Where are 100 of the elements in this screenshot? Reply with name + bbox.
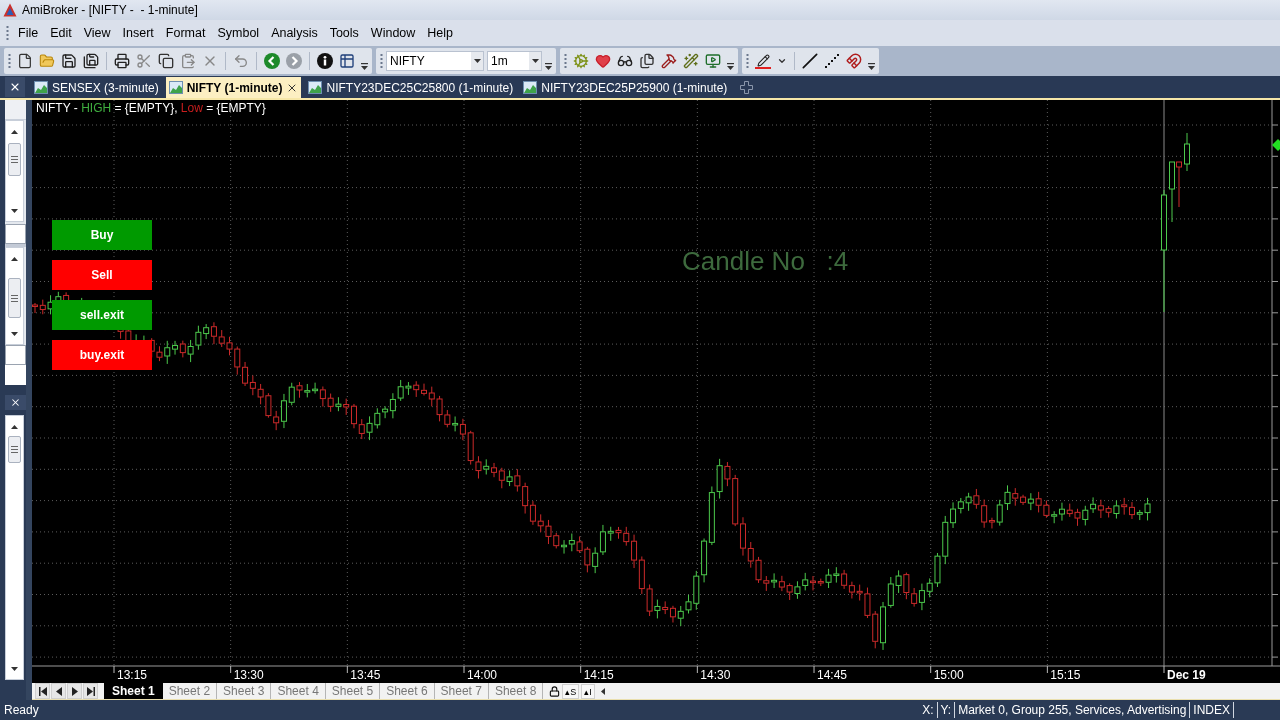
- close-icon: [9, 81, 21, 93]
- scissors-icon[interactable]: [136, 53, 152, 69]
- sheet-tab[interactable]: Sheet 1: [104, 683, 163, 699]
- menu-item[interactable]: View: [77, 22, 117, 44]
- glasses-icon[interactable]: [617, 53, 633, 69]
- pen-color-icon[interactable]: [755, 53, 771, 69]
- previous-sheet-icon[interactable]: [54, 686, 63, 696]
- copy-icon[interactable]: [158, 53, 174, 69]
- info-icon[interactable]: [317, 53, 333, 69]
- line-tool-icon[interactable]: [802, 53, 818, 69]
- time-axis-label: 14:15: [583, 668, 614, 682]
- trade-button[interactable]: Sell: [52, 260, 152, 290]
- time-axis-label: 14:30: [700, 668, 731, 682]
- cog-icon[interactable]: [573, 53, 589, 69]
- status-pane: Y:: [937, 702, 956, 718]
- up-arrow-icon[interactable]: [11, 257, 18, 261]
- chart-tab[interactable]: NIFTY23DEC25C25800 (1-minute): [305, 77, 517, 98]
- wand-icon[interactable]: [683, 53, 699, 69]
- grip-handle-icon[interactable]: [8, 53, 11, 69]
- printer-icon[interactable]: [114, 53, 130, 69]
- sheet-tab[interactable]: Sheet 2: [162, 683, 218, 699]
- time-axis-label: 13:45: [350, 668, 381, 682]
- scale-button[interactable]: ▴S: [562, 683, 580, 699]
- dotted-line-icon[interactable]: [824, 53, 840, 69]
- chart-play-icon[interactable]: [705, 53, 721, 69]
- scroll-thumb[interactable]: [8, 143, 21, 176]
- vertical-scrollbar[interactable]: [5, 415, 24, 680]
- up-arrow-icon[interactable]: [11, 130, 18, 134]
- menu-item[interactable]: File: [12, 22, 45, 44]
- menu-item[interactable]: Window: [364, 22, 422, 44]
- new-tab-icon[interactable]: [740, 80, 754, 94]
- time-axis-label: 14:00: [467, 668, 498, 682]
- chart-thumbnail-icon: [34, 81, 48, 94]
- time-axis-label: 13:15: [117, 668, 148, 682]
- hammer-icon[interactable]: [661, 53, 677, 69]
- close-button[interactable]: [5, 395, 26, 410]
- down-arrow-icon[interactable]: [11, 209, 18, 213]
- sheet-tab[interactable]: Sheet 8: [488, 683, 544, 699]
- time-axis-label: 15:00: [933, 668, 964, 682]
- trade-button[interactable]: sell.exit: [52, 300, 152, 330]
- grip-handle-icon[interactable]: [6, 25, 9, 41]
- grip-handle-icon[interactable]: [564, 53, 567, 69]
- chart-tab[interactable]: NIFTY23DEC25P25900 (1-minute): [520, 77, 731, 98]
- save-icon[interactable]: [61, 53, 77, 69]
- scroll-left-icon[interactable]: [600, 687, 605, 695]
- grip-handle-icon[interactable]: [380, 53, 383, 69]
- scroll-corner: [5, 224, 26, 244]
- time-axis-label: Dec 19: [1167, 668, 1206, 682]
- menu-item[interactable]: Symbol: [211, 22, 266, 44]
- scroll-thumb[interactable]: [8, 278, 21, 318]
- next-sheet-icon[interactable]: [70, 686, 79, 696]
- sheet-tab[interactable]: Sheet 3: [217, 683, 272, 699]
- trade-button[interactable]: buy.exit: [52, 340, 152, 370]
- scroll-corner: [5, 345, 26, 365]
- pages-icon[interactable]: [639, 53, 655, 69]
- overflow-icon[interactable]: [361, 61, 368, 71]
- vertical-scrollbar[interactable]: [5, 120, 24, 222]
- menu-item[interactable]: Tools: [323, 22, 365, 44]
- symbol-combobox[interactable]: NIFTY: [386, 51, 484, 71]
- candle-counter: Candle No :4: [682, 246, 849, 276]
- sheet-tab[interactable]: Sheet 5: [325, 683, 381, 699]
- menu-item[interactable]: Analysis: [265, 22, 324, 44]
- menu-item[interactable]: Help: [421, 22, 460, 44]
- last-sheet-icon[interactable]: [86, 686, 95, 696]
- new-file-icon[interactable]: [17, 53, 33, 69]
- menu-item[interactable]: Edit: [44, 22, 78, 44]
- grip-handle-icon[interactable]: [746, 53, 749, 69]
- paste-icon[interactable]: [180, 53, 196, 69]
- save-all-icon[interactable]: [83, 53, 99, 69]
- overflow-icon[interactable]: [545, 61, 552, 71]
- overflow-icon[interactable]: [868, 61, 875, 71]
- first-sheet-icon[interactable]: [38, 686, 47, 696]
- scale-button[interactable]: ▴I: [581, 683, 595, 699]
- down-arrow-icon[interactable]: [11, 667, 18, 671]
- up-arrow-icon[interactable]: [11, 425, 18, 429]
- chart-tab[interactable]: NIFTY (1-minute): [165, 77, 302, 98]
- scroll-thumb[interactable]: [8, 436, 21, 463]
- menu-item[interactable]: Insert: [116, 22, 160, 44]
- overflow-icon[interactable]: [727, 61, 734, 71]
- table-edit-icon[interactable]: [339, 53, 355, 69]
- interval-combobox[interactable]: 1m: [487, 51, 542, 71]
- sheet-tab[interactable]: Sheet 7: [434, 683, 489, 699]
- undo-icon[interactable]: [233, 53, 249, 69]
- down-arrow-icon[interactable]: [11, 332, 18, 336]
- status-message: Ready: [3, 702, 39, 719]
- chart-thumbnail-icon: [523, 81, 538, 94]
- chart-thumbnail-icon: [308, 81, 323, 94]
- chart-tab[interactable]: SENSEX (3-minute): [31, 77, 162, 98]
- sheet-tab[interactable]: Sheet 4: [271, 683, 326, 699]
- close-button[interactable]: [5, 77, 25, 97]
- chart-thumbnail-icon: [168, 81, 183, 94]
- lock-icon[interactable]: [549, 685, 561, 697]
- menu-item[interactable]: Format: [159, 22, 212, 44]
- heart-icon[interactable]: [595, 53, 611, 69]
- sheet-tab[interactable]: Sheet 6: [380, 683, 435, 699]
- magnet-icon[interactable]: [846, 53, 862, 69]
- trade-button[interactable]: Buy: [52, 220, 152, 250]
- caret-icon[interactable]: [777, 56, 787, 66]
- triangle-logo-icon: [3, 3, 17, 17]
- vertical-scrollbar[interactable]: [5, 247, 24, 345]
